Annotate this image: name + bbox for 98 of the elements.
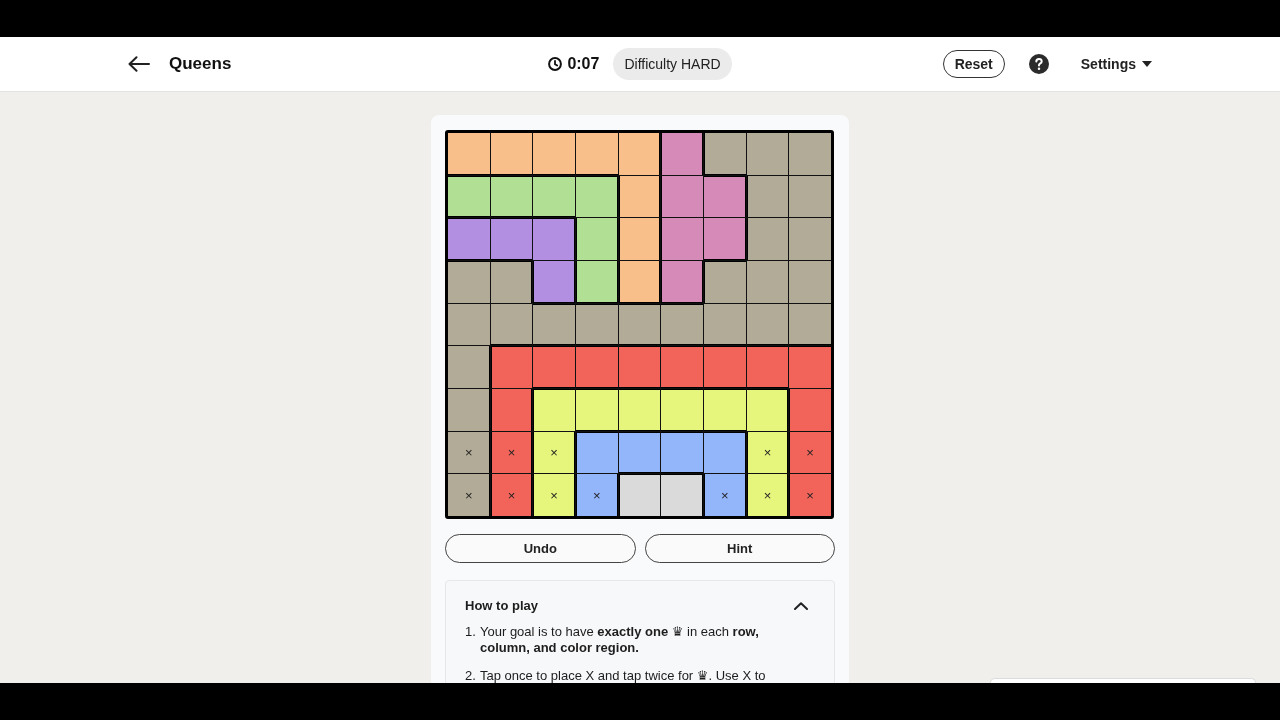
board-cell[interactable] <box>576 175 618 218</box>
step-number: 2. <box>465 668 477 683</box>
chevron-icon[interactable] <box>794 602 808 610</box>
step-text: Tap once to place X and tap twice for ♛. Use X to <box>480 668 767 683</box>
timer-text: 0:07 <box>567 55 600 73</box>
board-cell[interactable]: × <box>490 474 533 516</box>
board-cell[interactable] <box>448 218 490 260</box>
board-cell[interactable] <box>704 346 746 388</box>
board-cell[interactable] <box>746 133 789 175</box>
board-cell[interactable] <box>704 303 746 346</box>
board-cell[interactable] <box>448 303 490 346</box>
help-icon[interactable] <box>1028 54 1049 74</box>
hint-button[interactable]: Hint <box>644 534 835 563</box>
board-cell[interactable] <box>533 346 575 388</box>
board-cell[interactable] <box>618 474 661 516</box>
step-number: 1. <box>465 624 477 641</box>
board-cell[interactable] <box>704 175 746 218</box>
board-cell[interactable] <box>661 431 703 474</box>
board-cell[interactable] <box>576 218 618 260</box>
board-cell[interactable]: × <box>704 474 746 516</box>
board-cell[interactable] <box>533 218 575 260</box>
board-cell[interactable] <box>704 261 746 303</box>
board-cell[interactable] <box>448 261 490 303</box>
instructions-heading: How to play <box>465 598 538 614</box>
board-cell[interactable] <box>533 261 575 303</box>
board-cell[interactable] <box>661 346 703 388</box>
board-cell[interactable]: × <box>490 431 533 474</box>
back-arrow-icon[interactable] <box>128 56 150 72</box>
reset-button[interactable]: Reset <box>942 50 1005 78</box>
board-cell[interactable] <box>704 218 746 260</box>
board-cell[interactable]: × <box>533 431 575 474</box>
board-cell[interactable] <box>490 346 533 388</box>
board-cell[interactable] <box>533 133 575 175</box>
board-cell[interactable] <box>789 346 831 388</box>
board-cell[interactable] <box>746 389 789 431</box>
board-cell[interactable] <box>448 389 490 431</box>
board-cell[interactable] <box>661 175 703 218</box>
board-cell[interactable] <box>618 175 661 218</box>
caret-icon <box>1142 61 1152 67</box>
board-cell[interactable] <box>448 133 490 175</box>
settings-button[interactable]: Settings <box>1080 56 1152 72</box>
board-cell[interactable] <box>618 303 661 346</box>
board-cell[interactable] <box>746 261 789 303</box>
board-cell[interactable] <box>704 133 746 175</box>
board-cell[interactable]: × <box>789 431 831 474</box>
board-cell[interactable] <box>661 303 703 346</box>
board-cell[interactable] <box>490 389 533 431</box>
board-cell[interactable] <box>576 389 618 431</box>
board-cell[interactable] <box>789 303 831 346</box>
board-cell[interactable] <box>789 218 831 260</box>
board-cell[interactable]: × <box>746 431 789 474</box>
step-text: Your goal is to have exactly one ♛ in each row, column, and color region. <box>480 624 760 656</box>
board-cell[interactable] <box>576 261 618 303</box>
board-cell[interactable]: × <box>789 474 831 516</box>
board-cell[interactable]: × <box>448 474 490 516</box>
board-cell[interactable] <box>789 133 831 175</box>
board-cell[interactable] <box>789 389 831 431</box>
board-cell[interactable] <box>746 303 789 346</box>
board-cell[interactable]: × <box>576 474 618 516</box>
board-cell[interactable] <box>746 175 789 218</box>
difficulty-badge: Difficulty HARD <box>613 48 732 80</box>
board-cell[interactable] <box>576 303 618 346</box>
board-cell[interactable] <box>533 175 575 218</box>
board-cell[interactable]: × <box>746 474 789 516</box>
board-cell[interactable] <box>746 346 789 388</box>
board-cell[interactable] <box>661 218 703 260</box>
board-cell[interactable] <box>490 175 533 218</box>
board-cell[interactable] <box>704 389 746 431</box>
board-cell[interactable] <box>618 133 661 175</box>
board-cell[interactable] <box>661 389 703 431</box>
board-cell[interactable] <box>618 261 661 303</box>
board-cell[interactable] <box>661 261 703 303</box>
board-cell[interactable]: × <box>533 474 575 516</box>
board-cell[interactable] <box>533 389 575 431</box>
board-cell[interactable] <box>576 346 618 388</box>
board-cell[interactable] <box>490 133 533 175</box>
board-cell[interactable] <box>789 175 831 218</box>
board-cell[interactable] <box>490 261 533 303</box>
board-cell[interactable] <box>448 346 490 388</box>
board-cell[interactable] <box>618 346 661 388</box>
board-cell[interactable] <box>490 303 533 346</box>
board-cell[interactable]: × <box>448 431 490 474</box>
board-cell[interactable] <box>490 218 533 260</box>
board-cell[interactable] <box>448 175 490 218</box>
board-cell[interactable] <box>618 431 661 474</box>
board-cell[interactable] <box>576 133 618 175</box>
board-cell[interactable] <box>533 303 575 346</box>
board-cell[interactable] <box>618 389 661 431</box>
board-cell[interactable] <box>661 474 703 516</box>
board-cell[interactable] <box>576 431 618 474</box>
board-cell[interactable] <box>661 133 703 175</box>
board-cell[interactable] <box>746 218 789 260</box>
board-cell[interactable] <box>704 431 746 474</box>
board-cell[interactable] <box>789 261 831 303</box>
clock-icon <box>548 57 563 71</box>
undo-button[interactable]: Undo <box>445 534 636 563</box>
board-cell[interactable] <box>618 218 661 260</box>
page-title: Queens <box>169 54 232 74</box>
